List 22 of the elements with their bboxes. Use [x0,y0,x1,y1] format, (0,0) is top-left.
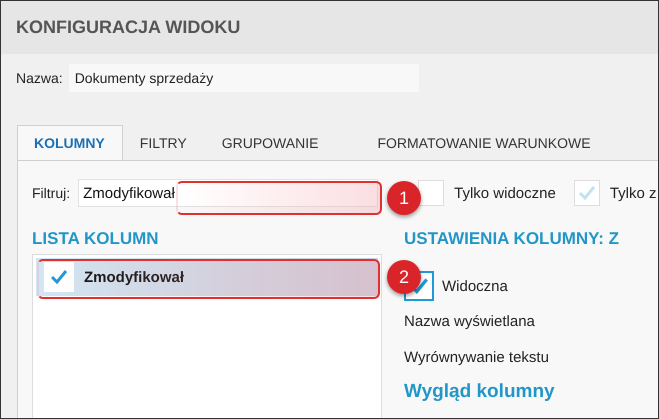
tab[interactable]: KOLUMNY [17,125,123,160]
section-heading: USTAWIENIA KOLUMNY: Z [404,229,619,249]
name-field[interactable]: Dokumenty sprzedaży [68,64,419,92]
checkbox-label: Tylko widoczne [454,184,556,202]
tab[interactable]: FORMATOWANIE WARUNKOWE [360,125,609,160]
filter-field[interactable]: Zmodyfikował [78,179,378,207]
checkbox[interactable] [44,262,74,292]
checkbox-label: Widoczna [442,278,508,294]
tab[interactable]: GRUPOWANIE [204,125,336,160]
checkbox-label: Tylko z [610,184,657,202]
field-label: Nazwa wyświetlana [404,313,536,332]
list-item-label: Zmodyfikował [84,268,184,286]
field-label: Wyrównywanie tekstu [404,349,550,368]
checkmark-icon [576,183,597,203]
list-item[interactable]: Zmodyfikował [36,258,378,296]
checkmark-icon [49,267,69,287]
section-heading: Wygląd kolumny [404,381,556,403]
section-heading: LISTA KOLUMN [32,229,160,249]
name-label: Nazwa: [16,70,63,86]
filter-label: Filtruj: [32,185,70,201]
window-title: KONFIGURACJA WIDOKU [16,17,240,38]
tab[interactable]: FILTRY [122,125,205,160]
